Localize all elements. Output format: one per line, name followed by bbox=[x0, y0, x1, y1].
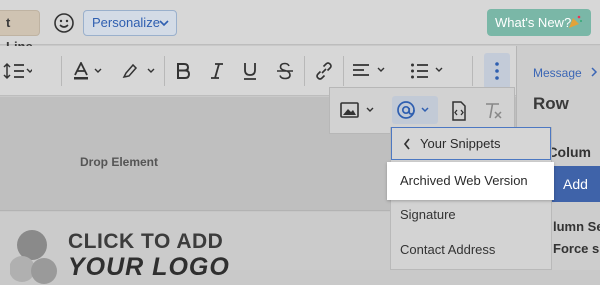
emoji-icon[interactable] bbox=[53, 12, 75, 34]
logo-circles-icon bbox=[10, 230, 57, 284]
bold-icon[interactable] bbox=[175, 62, 191, 80]
align-left-icon[interactable] bbox=[352, 62, 388, 80]
personalize-label: Personalize bbox=[92, 15, 160, 30]
add-column-button[interactable]: Add bbox=[551, 166, 600, 202]
subject-line-button[interactable]: t Line bbox=[0, 10, 40, 54]
logo-text-line1: CLICK TO ADD bbox=[68, 230, 224, 253]
toolbar-divider bbox=[343, 56, 344, 86]
snippet-item-contact-address[interactable]: Contact Address bbox=[400, 242, 495, 257]
snippets-header-label: Your Snippets bbox=[420, 136, 501, 151]
bulleted-list-icon[interactable] bbox=[410, 62, 446, 80]
force-setting-label: Force s bbox=[553, 241, 600, 256]
chevron-left-icon bbox=[403, 138, 410, 150]
chevron-down-icon bbox=[159, 20, 169, 27]
underline-icon[interactable] bbox=[242, 62, 258, 80]
column-separator-label: lumn Se bbox=[553, 219, 600, 234]
link-icon[interactable] bbox=[314, 62, 334, 80]
personalize-button[interactable]: Personalize bbox=[83, 10, 177, 36]
panel-title: Row bbox=[533, 94, 569, 113]
more-vertical-icon bbox=[495, 62, 499, 80]
toolbar-divider bbox=[164, 56, 165, 86]
code-file-icon[interactable] bbox=[451, 101, 467, 121]
snippets-back-button[interactable]: Your Snippets bbox=[391, 127, 551, 160]
whats-new-label: What's New? bbox=[495, 15, 572, 30]
highlighter-icon[interactable] bbox=[120, 62, 158, 80]
strikethrough-icon[interactable] bbox=[276, 62, 294, 80]
logo-text-line2: YOUR LOGO bbox=[68, 253, 230, 281]
toolbar-divider bbox=[304, 56, 305, 86]
party-popper-icon bbox=[569, 15, 582, 28]
toolbar-divider bbox=[61, 56, 62, 86]
drop-element-label: Drop Element bbox=[80, 155, 159, 169]
breadcrumb-label: Message bbox=[533, 66, 582, 80]
whats-new-button[interactable]: What's New? bbox=[487, 9, 591, 36]
more-options-button[interactable] bbox=[484, 53, 510, 89]
italic-icon[interactable] bbox=[209, 62, 225, 80]
chevron-right-icon bbox=[591, 67, 598, 77]
clear-format-icon[interactable] bbox=[483, 101, 503, 121]
image-icon[interactable] bbox=[340, 101, 376, 121]
snippet-item-archived-web-version[interactable]: Archived Web Version bbox=[387, 162, 554, 200]
font-color-icon[interactable] bbox=[72, 62, 106, 80]
at-mention-icon bbox=[397, 101, 429, 119]
toolbar-divider bbox=[472, 56, 473, 86]
breadcrumb[interactable]: Message bbox=[533, 66, 599, 80]
line-height-icon[interactable] bbox=[2, 62, 32, 80]
snippet-item-signature[interactable]: Signature bbox=[400, 207, 456, 222]
snippets-button[interactable] bbox=[392, 96, 438, 124]
